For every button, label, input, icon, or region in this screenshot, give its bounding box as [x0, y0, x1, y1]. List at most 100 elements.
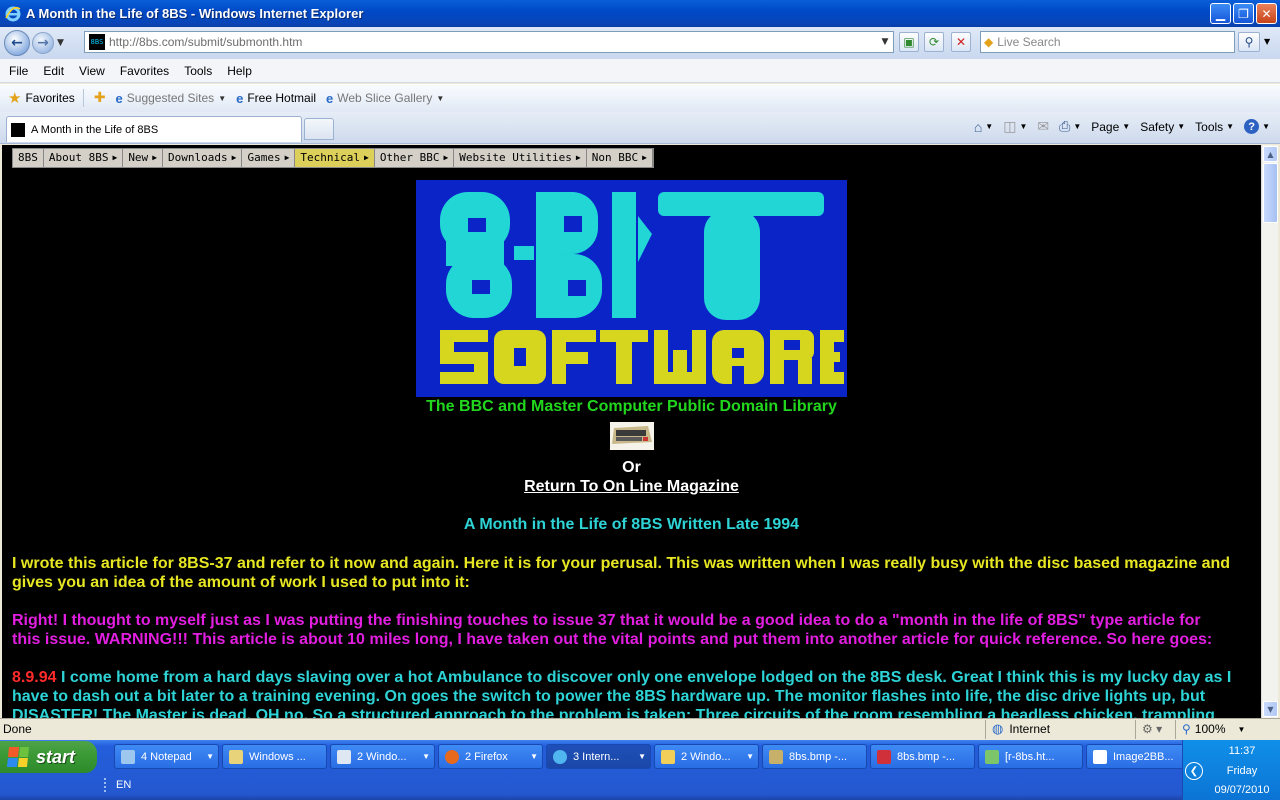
favorites-link-free-hotmail[interactable]: e Free Hotmail — [236, 91, 316, 106]
safety-menu-button[interactable]: Safety ▼ — [1140, 120, 1185, 134]
help-button[interactable]: ? ▼ — [1244, 119, 1270, 134]
favorites-link-label: Web Slice Gallery — [337, 91, 433, 105]
menu-edit[interactable]: Edit — [43, 64, 64, 78]
refresh-button[interactable]: ⟳ — [924, 32, 944, 52]
clock-time[interactable]: 11:37 — [1203, 745, 1280, 757]
site-nav-item-downloads[interactable]: Downloads ▶ — [163, 149, 243, 167]
clock-date: 09/07/2010 — [1214, 784, 1270, 796]
favorites-star-icon: ★ — [8, 90, 22, 107]
feeds-button[interactable]: ◫ ▼ — [1003, 118, 1027, 135]
taskbar-item-folders[interactable]: 2 Windo... ▼ — [654, 744, 759, 769]
favorites-link-suggested-sites[interactable]: e Suggested Sites ▼ — [116, 91, 227, 106]
page-menu-label: Page — [1091, 119, 1120, 134]
chevron-right-icon: ▶ — [231, 153, 237, 162]
site-nav-item-games[interactable]: Games ▶ — [242, 149, 296, 167]
scroll-down-icon[interactable]: ▼ — [1263, 701, 1278, 717]
new-tab-button[interactable] — [304, 118, 334, 140]
taskbar-item-windows-group[interactable]: 2 Windo... ▼ — [330, 744, 435, 769]
bbc-computer-image[interactable] — [610, 422, 654, 450]
address-bar[interactable]: 8BS http://8bs.com/submit/submonth.htm ▼ — [84, 31, 894, 53]
vertical-scrollbar[interactable]: ▲ ▼ — [1261, 145, 1278, 718]
address-dropdown-icon[interactable]: ▼ — [877, 37, 893, 47]
return-to-online-magazine-link[interactable]: Return To On Line Magazine — [2, 478, 1261, 496]
clock-day: Friday — [1226, 765, 1258, 777]
taskbar-item-image-viewer[interactable]: 8bs.bmp -... — [870, 744, 975, 769]
ie-page-icon: e — [326, 90, 334, 106]
menu-help[interactable]: Help — [227, 64, 252, 78]
site-nav-item-technical[interactable]: Technical ▶ — [295, 149, 375, 167]
site-nav-label: Website Utilities — [459, 151, 572, 164]
chevron-right-icon: ▶ — [642, 153, 647, 162]
logo-graphic — [440, 192, 844, 384]
tab-current-page[interactable]: A Month in the Life of 8BS — [6, 116, 302, 142]
chevron-right-icon: ▶ — [575, 153, 581, 162]
address-url[interactable]: http://8bs.com/submit/submonth.htm — [109, 35, 877, 49]
chevron-right-icon: ▶ — [112, 153, 118, 162]
print-button[interactable]: ⎙ ▼ — [1059, 118, 1081, 135]
search-input[interactable]: ◆ Live Search — [980, 31, 1235, 53]
refresh-icon: ⟳ — [928, 35, 940, 49]
stop-icon: ✕ — [955, 35, 967, 49]
maximize-button[interactable]: ❐ — [1233, 3, 1254, 24]
page-menu-button[interactable]: Page ▼ — [1091, 120, 1130, 134]
taskbar-item-image2bbc[interactable]: Image2BB... — [1086, 744, 1188, 769]
scroll-up-icon[interactable]: ▲ — [1263, 146, 1278, 162]
site-nav-item-new[interactable]: New ▶ — [123, 149, 164, 167]
start-label: start — [36, 746, 76, 767]
minimize-button[interactable]: ▁ — [1210, 3, 1231, 24]
home-button[interactable]: ⌂ ▼ — [974, 119, 993, 135]
printer-icon: ⎙ — [1059, 118, 1071, 134]
windows-taskbar: start 4 Notepad ▼ Windows ... 2 Windo... ▼… — [0, 740, 1280, 800]
globe-icon: ◍ — [992, 721, 1004, 736]
window-title-bar: A Month in the Life of 8BS - Windows Int… — [0, 0, 1280, 27]
tools-menu-button[interactable]: Tools ▼ — [1195, 120, 1234, 134]
back-button[interactable]: ← — [4, 30, 30, 56]
or-text: Or — [622, 459, 641, 476]
taskbar-item-label: Windows ... — [249, 750, 306, 763]
taskbar-item-internet-explorer[interactable]: 3 Intern... ▼ — [546, 744, 651, 769]
language-bar[interactable]: EN — [104, 778, 131, 792]
security-zone[interactable]: ◍ Internet — [985, 719, 1135, 739]
site-nav-item-website-utilities[interactable]: Website Utilities ▶ — [454, 149, 587, 167]
taskbar-item-notepad[interactable]: 4 Notepad ▼ — [114, 744, 219, 769]
favorites-link-label: Free Hotmail — [247, 91, 317, 105]
site-nav-item-other-bbc[interactable]: Other BBC ▶ — [375, 149, 455, 167]
zoom-label: 100% — [1194, 722, 1226, 736]
ie-page-icon: e — [236, 90, 244, 106]
compatibility-view-button[interactable]: ▣ — [899, 32, 919, 52]
menu-favorites[interactable]: Favorites — [120, 64, 169, 78]
article-intro-paragraph: I wrote this article for 8BS-37 and refe… — [12, 555, 1231, 591]
site-nav-label: Other BBC — [379, 151, 440, 164]
site-nav-item-8bs[interactable]: 8BS — [13, 149, 44, 167]
site-nav-item-about[interactable]: About 8BS ▶ — [44, 149, 124, 167]
taskbar-item-firefox[interactable]: 2 Firefox ▼ — [438, 744, 543, 769]
taskbar-item-paint[interactable]: 8bs.bmp -... — [762, 744, 867, 769]
menu-file[interactable]: File — [9, 64, 28, 78]
taskbar-item-label: 4 Notepad — [141, 750, 192, 763]
article-heading: A Month in the Life of 8BS Written Late … — [463, 516, 800, 533]
search-options-dropdown-icon[interactable]: ▼ — [1264, 37, 1270, 46]
search-button[interactable]: ⚲ — [1238, 32, 1260, 52]
add-to-favorites-bar-icon[interactable]: ✚ — [94, 90, 106, 106]
favorites-link-web-slice-gallery[interactable]: e Web Slice Gallery ▼ — [326, 91, 444, 106]
start-button[interactable]: start — [0, 741, 97, 773]
taskbar-item-label: 2 Windo... — [357, 750, 407, 763]
explorer-icon — [229, 749, 243, 764]
zoom-level-button[interactable]: ⚲ 100% ▼ — [1175, 719, 1245, 739]
diary-text: I come home from a hard days slaving ove… — [12, 669, 1232, 718]
recent-pages-dropdown-icon[interactable]: ▼ — [57, 38, 64, 48]
protected-mode-icon[interactable]: ⚙ ▾ — [1135, 719, 1175, 739]
scrollbar-thumb[interactable] — [1263, 163, 1278, 223]
forward-button[interactable]: → — [32, 32, 54, 54]
menu-tools[interactable]: Tools — [184, 64, 212, 78]
show-hidden-icons-icon[interactable]: ❮ — [1185, 762, 1203, 780]
menu-view[interactable]: View — [79, 64, 105, 78]
taskbar-item-windows-explorer[interactable]: Windows ... — [222, 744, 327, 769]
taskbar-item-editor[interactable]: [r-8bs.ht... — [978, 744, 1083, 769]
close-button[interactable]: ✕ — [1256, 3, 1277, 24]
stop-button[interactable]: ✕ — [951, 32, 971, 52]
site-nav-item-non-bbc[interactable]: Non BBC ▶ — [587, 149, 653, 167]
read-mail-button[interactable]: ✉ — [1037, 118, 1049, 135]
favorites-button[interactable]: ★ Favorites — [8, 89, 75, 107]
chevron-down-icon: ▼ — [218, 93, 227, 103]
